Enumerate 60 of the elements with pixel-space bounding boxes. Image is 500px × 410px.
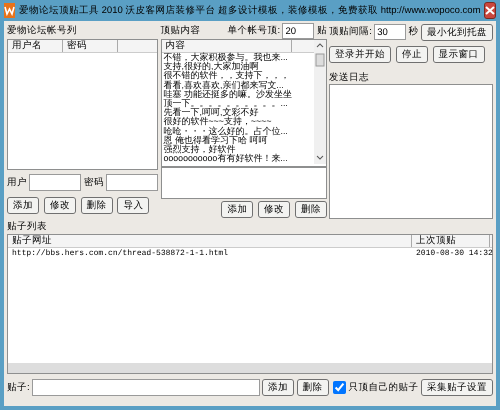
action-button[interactable]: 停止 <box>396 46 428 63</box>
post-list[interactable]: 贴子网址 上次顶贴 http://bbs.hers.com.cn/thread-538872-1-1.html 2010-08-30 14:32 <box>7 234 493 374</box>
field-label: 贴子: <box>7 382 30 393</box>
section-label: 顶贴内容 <box>160 25 200 37</box>
field-label: 用户 <box>7 176 27 188</box>
list-item[interactable]: 呛呛・・・这么好的。占个位... <box>162 126 314 136</box>
interval-field[interactable]: 30 <box>374 24 406 40</box>
table-cell-text: http://bbs.hers.com.cn/thread-538872-1-1.html <box>11 248 230 260</box>
list-item[interactable]: 恩 俺也得看学习下哈 呵呵 <box>162 136 314 146</box>
action-button[interactable]: 添加 <box>221 201 254 218</box>
action-button[interactable]: 修改 <box>258 201 290 218</box>
list-item[interactable]: ooooooooooo有有好软件！来... <box>162 154 314 164</box>
action-button[interactable]: 删除 <box>294 201 327 218</box>
column-header[interactable]: 贴子网址 <box>8 235 412 248</box>
checkbox-label: 只顶自己的贴子 <box>348 382 419 393</box>
action-button[interactable]: 修改 <box>44 197 76 214</box>
field-label: 密码 <box>84 176 104 188</box>
action-button[interactable]: 导入 <box>117 197 150 214</box>
checkbox[interactable] <box>333 380 346 394</box>
action-button[interactable]: 登录并开始 <box>329 46 392 63</box>
section-label: 爱物论坛帐号列 <box>7 24 78 38</box>
list-item[interactable]: 先看一下,呵呵,文彩不好 <box>162 108 314 118</box>
app-logo-icon <box>4 3 15 18</box>
list-item[interactable]: 顶一下。。。。。。。。。。... <box>162 99 314 108</box>
window-title: 爱物论坛顶贴工具 2010 沃皮客网店装修平台 超多设计模板，装修模板，免费获取 http://www.wopoco.com <box>19 4 480 16</box>
column-header[interactable]: 密码 <box>63 40 118 52</box>
unit-label: 贴 <box>316 25 327 37</box>
account-list[interactable]: 用户名 密码 <box>7 39 158 170</box>
content-field[interactable] <box>160 167 327 199</box>
field-label: 单个帐号顶: <box>227 25 280 37</box>
close-button[interactable] <box>484 2 496 19</box>
field-label: 顶贴间隔: <box>329 26 372 38</box>
post-url-field[interactable] <box>32 378 260 396</box>
list-item[interactable]: 很不错的软件，，支持下，，， <box>162 71 314 81</box>
action-button[interactable]: 显示窗口 <box>432 46 485 63</box>
list-item[interactable]: 支持,很好的,大家加油啊 <box>162 62 314 72</box>
column-header[interactable]: 用户名 <box>8 40 63 52</box>
section-label: 贴子列表 <box>7 221 48 232</box>
collect-settings-button[interactable]: 采集贴子设置 <box>421 378 493 396</box>
count-field[interactable]: 20 <box>282 23 314 39</box>
minimize-to-tray-button[interactable]: 最小化到托盘 <box>421 24 493 40</box>
content-list[interactable]: 内容 不错，大家积极参与。我也来... 支持,很好的,大家加油啊 很不错的软件，，支持下，，， 看看,喜欢喜欢,亲们都来写文... 哇塞 功能还挺多的嘛。沙发坐坐 顶一下。。。。。。。。。。... 先看一下,呵呵,文彩不好 很好的软件~~~支持，~~~~ 呛呛・・・这么好的。占个位... 恩 俺也得看学习下哈 呵呵 强烈支持，好软件 ooooooooooo有有好软件！来... <box>160 39 327 167</box>
list-item[interactable]: 很好的软件~~~支持，~~~~ <box>162 117 314 127</box>
scrollbar[interactable] <box>314 40 326 164</box>
list-item[interactable]: 哇塞 功能还挺多的嘛。沙发坐坐 <box>162 90 314 100</box>
table-cell-text: 2010-08-30 14:32 <box>415 248 490 260</box>
section-label: 发送日志 <box>329 72 370 84</box>
action-button[interactable]: 删除 <box>296 378 328 396</box>
password-field[interactable] <box>106 174 158 191</box>
scrollbar[interactable] <box>8 363 492 374</box>
close-icon <box>485 6 496 15</box>
list-item[interactable]: 强烈支持，好软件 <box>162 145 314 154</box>
action-button[interactable]: 添加 <box>7 197 39 214</box>
action-button[interactable]: 删除 <box>80 197 112 214</box>
action-button[interactable]: 添加 <box>262 378 294 396</box>
list-item[interactable]: 不错，大家积极参与。我也来... <box>162 53 314 62</box>
username-field[interactable] <box>29 174 82 191</box>
column-header[interactable]: 上次顶贴 <box>412 235 490 248</box>
unit-label: 秒 <box>408 26 419 38</box>
list-item[interactable]: 看看,喜欢喜欢,亲们都来写文... <box>162 80 314 90</box>
